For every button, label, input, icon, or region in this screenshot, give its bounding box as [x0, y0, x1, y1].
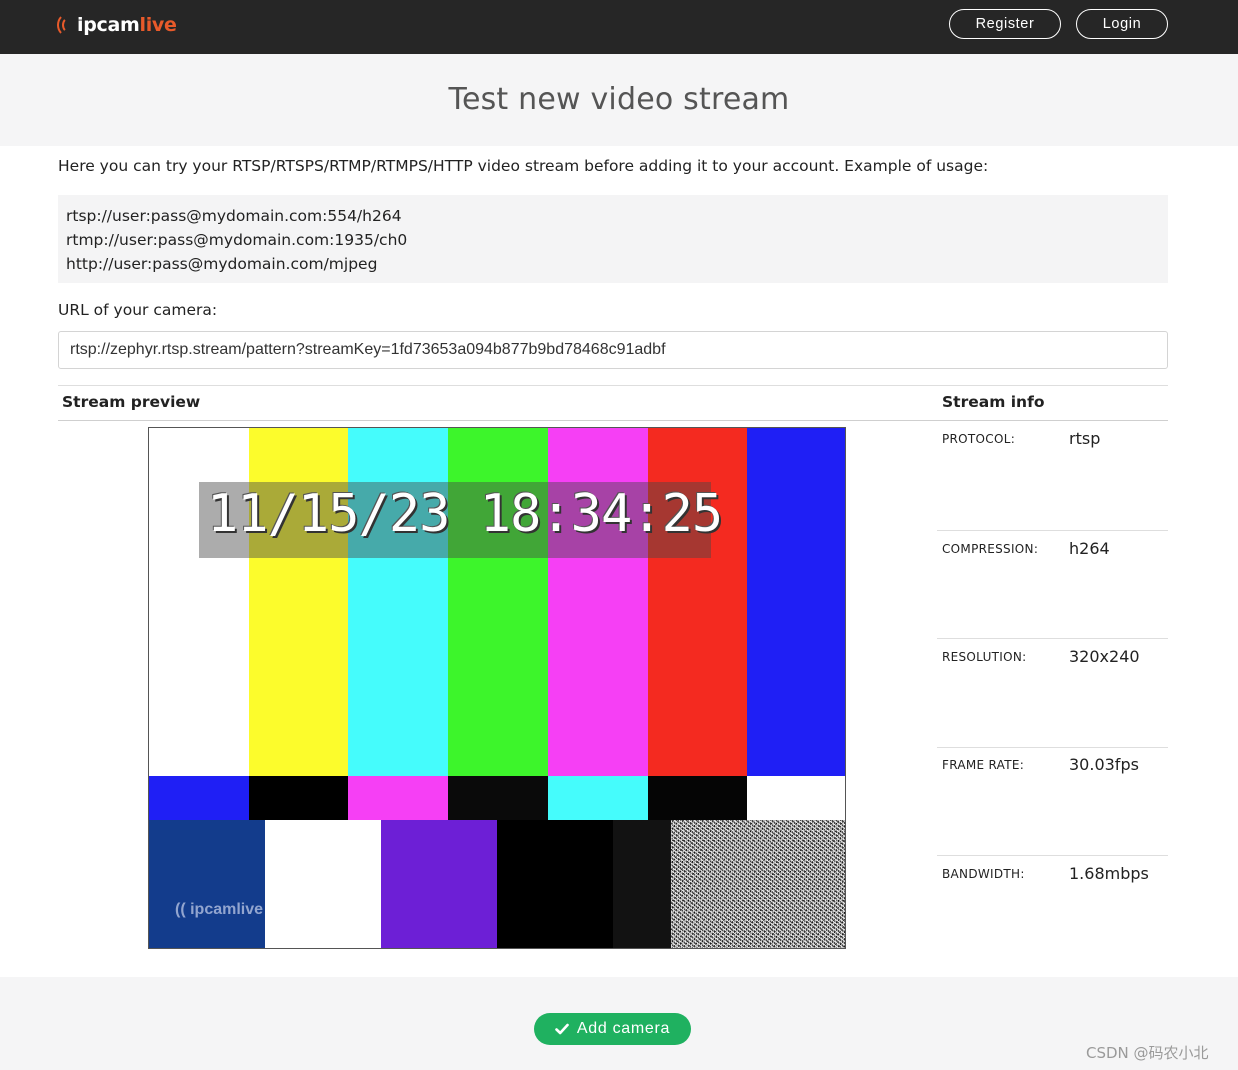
register-button[interactable]: Register [949, 9, 1061, 39]
logo-text: ipcamlive [77, 14, 177, 36]
color-bar [149, 820, 265, 948]
camera-url-input[interactable]: rtsp://zephyr.rtsp.stream/pattern?stream… [58, 331, 1168, 369]
info-label-resolution: RESOLUTION: [942, 650, 1027, 664]
example-rtmp: rtmp://user:pass@mydomain.com:1935/ch0 [66, 231, 408, 249]
stream-preview-header: Stream preview [62, 393, 201, 411]
info-value-compression: h264 [1069, 539, 1110, 558]
color-bar [647, 776, 748, 820]
info-value-protocol: rtsp [1069, 429, 1101, 448]
csdn-watermark: CSDN @码农小北 [1086, 1044, 1209, 1062]
color-bar [149, 776, 249, 820]
intro-text: Here you can try your RTSP/RTSPS/RTMP/RT… [58, 157, 989, 175]
color-bar [647, 428, 748, 776]
video-watermark: (( ipcamlive [175, 901, 263, 919]
example-http: http://user:pass@mydomain.com/mjpeg [66, 255, 378, 273]
watermark-signal-icon: (( [175, 901, 186, 918]
color-bar [747, 428, 845, 776]
info-value-bandwidth: 1.68mbps [1069, 864, 1149, 883]
page-title: Test new video stream [448, 82, 790, 117]
example-rtsp: rtsp://user:pass@mydomain.com:554/h264 [66, 207, 402, 225]
info-label-compression: COMPRESSION: [942, 542, 1039, 556]
info-label-frame-rate: FRAME RATE: [942, 758, 1025, 772]
color-bar [497, 820, 613, 948]
video-timestamp: 11/15/23 18:34:25 [207, 484, 723, 544]
stream-info-header: Stream info [942, 393, 1045, 411]
color-bar [265, 820, 381, 948]
info-divider [937, 530, 1168, 531]
info-value-frame-rate: 30.03fps [1069, 755, 1139, 774]
color-bar [547, 428, 648, 776]
login-button[interactable]: Login [1076, 9, 1168, 39]
color-bar [747, 776, 845, 820]
add-camera-button[interactable]: Add camera [534, 1013, 691, 1045]
color-bar [248, 428, 349, 776]
color-bar [348, 428, 449, 776]
ipcamlive-logo[interactable]: ipcamlive [57, 11, 177, 39]
info-divider [937, 855, 1168, 856]
info-divider [937, 638, 1168, 639]
info-label-bandwidth: BANDWIDTH: [942, 867, 1025, 881]
add-camera-label: Add camera [576, 1020, 671, 1037]
info-label-protocol: PROTOCOL: [942, 432, 1016, 446]
info-divider [937, 747, 1168, 748]
color-bar [248, 776, 349, 820]
static-noise-block [671, 820, 845, 948]
logo-text-part2: live [139, 14, 177, 36]
url-label: URL of your camera: [58, 301, 218, 319]
color-bar [348, 776, 449, 820]
video-watermark-text: ipcamlive [190, 901, 264, 918]
stream-preview-video[interactable]: 11/15/23 18:34:25 (( ipcamlive [148, 427, 846, 949]
color-bar [149, 428, 249, 776]
title-band: Test new video stream [0, 54, 1238, 146]
color-bar [448, 428, 549, 776]
color-bar [381, 820, 497, 948]
top-navbar: ipcamlive Register Login [0, 0, 1238, 54]
color-bar [547, 776, 648, 820]
color-bar [448, 776, 549, 820]
table-top-divider [58, 385, 1168, 386]
info-value-resolution: 320x240 [1069, 647, 1140, 666]
logo-text-part1: ipcam [77, 14, 140, 36]
color-bar [613, 820, 671, 948]
checkmark-icon [555, 1023, 569, 1035]
table-header-divider [58, 420, 1168, 421]
signal-waves-icon [57, 12, 77, 38]
url-examples-box: rtsp://user:pass@mydomain.com:554/h264 r… [58, 195, 1168, 283]
